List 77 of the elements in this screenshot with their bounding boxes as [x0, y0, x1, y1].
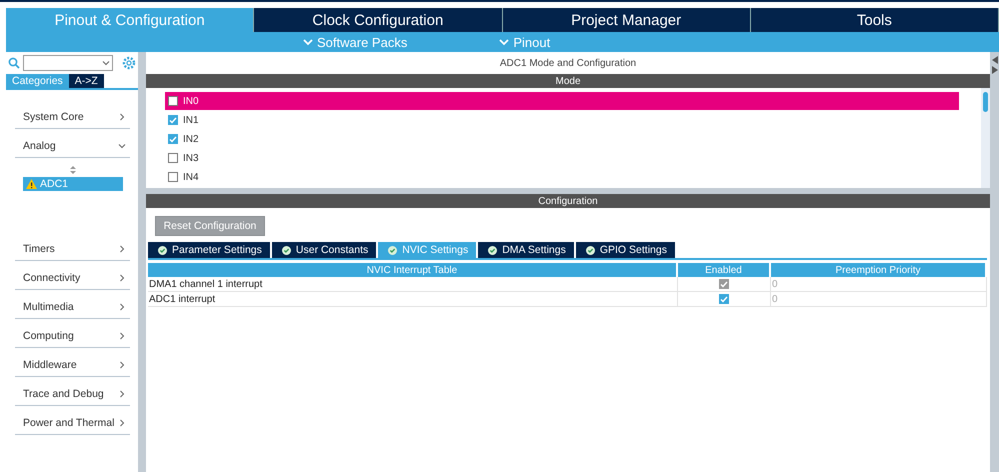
search-icon[interactable]: [8, 57, 20, 69]
category-label: Connectivity: [23, 272, 80, 284]
channel-row[interactable]: IN1: [165, 111, 959, 129]
column-header: Preemption Priority: [771, 263, 987, 277]
channel-label: IN2: [183, 134, 199, 144]
checkbox[interactable]: [168, 96, 178, 106]
chevron-right-icon: [118, 332, 126, 340]
category-item[interactable]: Power and Thermal: [15, 406, 130, 435]
category-item[interactable]: Computing: [15, 319, 130, 348]
table-cell: 0: [771, 292, 987, 307]
category-item[interactable]: Timers: [15, 232, 130, 261]
settings-tab[interactable]: GPIO Settings: [576, 242, 675, 258]
category-label: Multimedia: [23, 301, 74, 313]
check-circle-icon: [282, 246, 291, 254]
channel-row[interactable]: IN2: [165, 130, 959, 148]
scrollbar[interactable]: [981, 88, 990, 188]
check-circle-icon: [488, 246, 498, 254]
main-tab[interactable]: Clock Configuration: [254, 8, 502, 32]
collapse-icon[interactable]: [992, 56, 998, 74]
checkbox[interactable]: [719, 294, 729, 304]
chevron-right-icon: [118, 274, 126, 282]
channel-row[interactable]: IN0: [165, 92, 959, 110]
checkbox[interactable]: [168, 134, 178, 144]
channel-label: IN1: [183, 114, 199, 126]
table-cell: ADC1 interrupt: [148, 292, 678, 307]
chevron-right-icon: [118, 113, 126, 121]
check-circle-icon: [388, 246, 398, 254]
chevron-right-icon: [118, 245, 126, 253]
column-header: Enabled: [678, 263, 771, 277]
category-label: Power and Thermal: [23, 417, 114, 429]
checkbox[interactable]: [168, 153, 178, 163]
chevron-down-icon: [303, 38, 313, 46]
category-item[interactable]: System Core: [15, 100, 130, 129]
channel-label: IN4: [183, 172, 199, 182]
chevron-right-icon: [118, 419, 126, 427]
chevron-right-icon: [118, 361, 126, 369]
checkbox[interactable]: [168, 115, 178, 125]
check-circle-icon: [586, 246, 595, 254]
category-label: Middleware: [23, 359, 77, 371]
checkbox[interactable]: [168, 172, 178, 182]
chevron-right-icon: [118, 390, 126, 398]
category-label: Timers: [23, 243, 55, 255]
check-circle-icon: [158, 246, 167, 254]
category-label: Analog: [23, 140, 56, 152]
main-tab[interactable]: Project Manager: [502, 8, 751, 32]
search-field[interactable]: [23, 55, 113, 71]
channel-row[interactable]: IN4: [165, 168, 959, 186]
chevron-down-icon: [118, 142, 126, 150]
category-label: Trace and Debug: [23, 388, 104, 400]
sort-icon: [70, 166, 76, 174]
category-label: Computing: [23, 330, 74, 342]
chevron-down-icon: [499, 38, 510, 46]
category-label: System Core: [23, 111, 84, 123]
main-tab[interactable]: Tools: [750, 8, 999, 32]
category-item[interactable]: Multimedia: [15, 290, 130, 319]
channel-row[interactable]: IN3: [165, 149, 959, 167]
category-item[interactable]: Connectivity: [15, 261, 130, 290]
sidebar-tab[interactable]: A->Z: [68, 74, 104, 88]
gear-icon[interactable]: [122, 56, 136, 70]
settings-tab[interactable]: User Constants: [272, 242, 376, 258]
settings-tab[interactable]: DMA Settings: [478, 242, 574, 258]
category-item[interactable]: Middleware: [15, 348, 130, 377]
channel-label: IN0: [183, 96, 199, 106]
settings-tab[interactable]: Parameter Settings: [148, 242, 270, 258]
table-cell: 0: [771, 277, 987, 292]
chevron-right-icon: [118, 303, 126, 311]
table-cell: DMA1 channel 1 interrupt: [148, 277, 678, 292]
panel-title: ADC1 Mode and Configuration: [498, 56, 638, 70]
category-item[interactable]: Analog: [15, 129, 130, 158]
category-item[interactable]: Trace and Debug: [15, 377, 130, 406]
channel-label: IN3: [183, 152, 199, 164]
section-header: Mode: [146, 74, 990, 88]
check-icon: [169, 116, 177, 124]
check-icon: [169, 136, 177, 142]
column-header: NVIC Interrupt Table: [148, 263, 678, 277]
chevron-down-icon: [102, 59, 110, 67]
section-header: Configuration: [146, 194, 990, 208]
